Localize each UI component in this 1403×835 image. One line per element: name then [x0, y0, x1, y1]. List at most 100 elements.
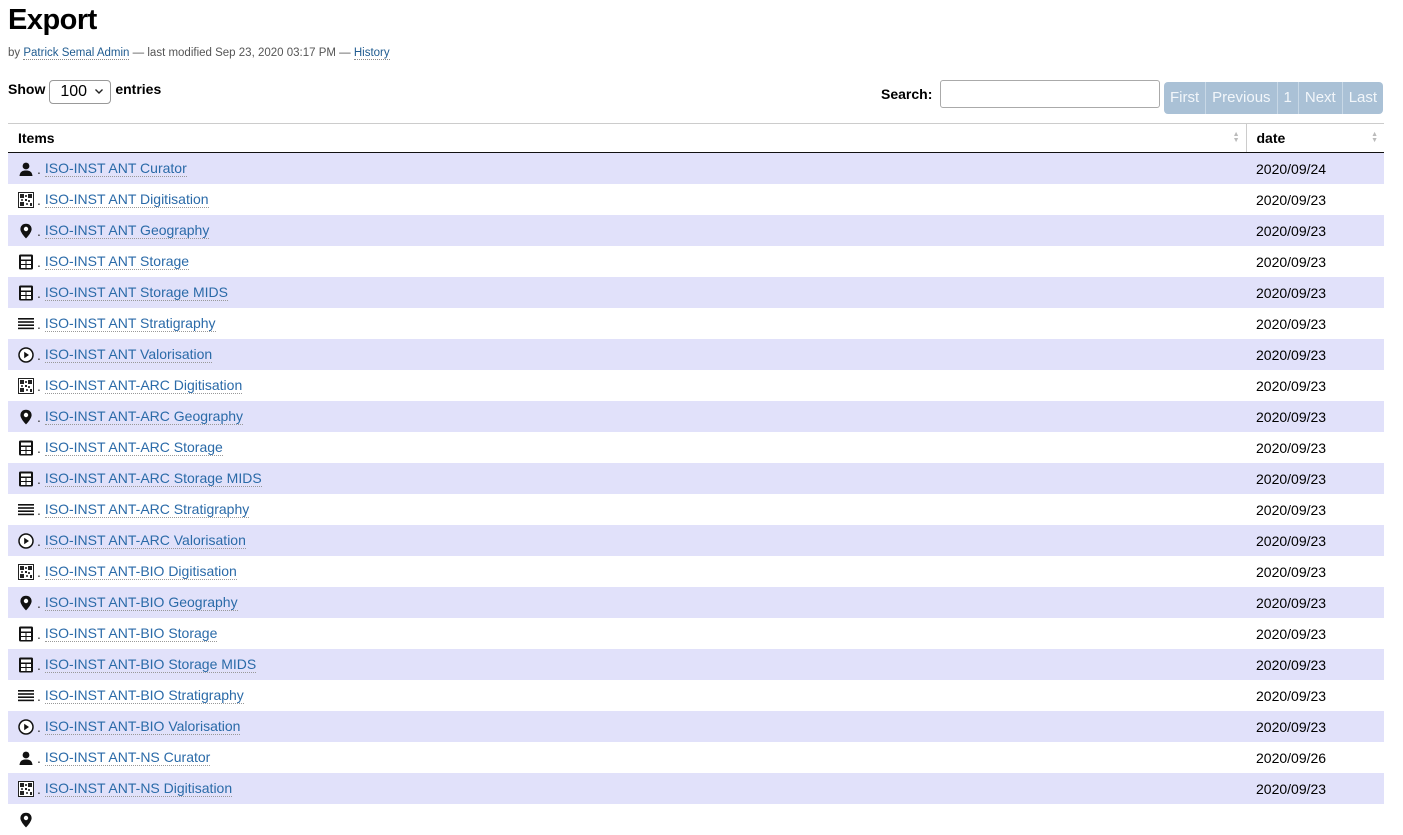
date-cell: 2020/09/23: [1246, 308, 1384, 339]
table-row: .ISO-INST ANT-BIO Digitisation2020/09/23: [8, 556, 1384, 587]
document-byline: by Patrick Semal Admin — last modified S…: [8, 47, 390, 59]
item-link[interactable]: ISO-INST ANT Storage: [45, 253, 189, 270]
column-header-date[interactable]: date ▲▼: [1246, 124, 1384, 153]
column-header-items[interactable]: Items ▲▼: [8, 124, 1246, 153]
author-link[interactable]: Patrick Semal Admin: [23, 47, 129, 60]
table-row: .ISO-INST ANT-BIO Geography2020/09/23: [8, 587, 1384, 618]
date-cell: 2020/09/23: [1246, 370, 1384, 401]
storage-cabinet-icon: [18, 471, 34, 487]
item-separator: .: [37, 440, 41, 456]
table-row: .ISO-INST ANT-ARC Geography2020/09/23: [8, 401, 1384, 432]
pager-last-button[interactable]: Last: [1342, 82, 1383, 114]
item-link[interactable]: ISO-INST ANT-ARC Stratigraphy: [45, 501, 249, 518]
date-cell: 2020/09/23: [1246, 339, 1384, 370]
storage-cabinet-icon: [18, 285, 34, 301]
date-cell: 2020/09/23: [1246, 649, 1384, 680]
table-row: .ISO-INST ANT Valorisation2020/09/23: [8, 339, 1384, 370]
item-separator: .: [37, 626, 41, 642]
item-link[interactable]: ISO-INST ANT-BIO Geography: [45, 594, 238, 611]
entries-select[interactable]: 100: [49, 80, 111, 104]
item-separator: .: [37, 378, 41, 394]
map-pin-icon: [18, 812, 34, 828]
item-link[interactable]: ISO-INST ANT Digitisation: [45, 191, 209, 208]
item-separator: .: [37, 285, 41, 301]
item-link[interactable]: ISO-INST ANT-ARC Storage: [45, 439, 223, 456]
item-link[interactable]: ISO-INST ANT Geography: [45, 222, 209, 239]
item-cell: .ISO-INST ANT Geography: [8, 215, 1246, 246]
date-cell: 2020/09/23: [1246, 773, 1384, 804]
item-cell: .ISO-INST ANT-ARC Storage MIDS: [8, 463, 1246, 494]
map-pin-icon: [18, 595, 34, 611]
item-separator: .: [37, 688, 41, 704]
item-cell: .ISO-INST ANT-ARC Digitisation: [8, 370, 1246, 401]
item-link[interactable]: ISO-INST ANT-BIO Stratigraphy: [45, 687, 244, 704]
item-link[interactable]: ISO-INST ANT-ARC Storage MIDS: [45, 470, 262, 487]
date-cell: 2020/09/23: [1246, 277, 1384, 308]
date-cell: 2020/09/23: [1246, 494, 1384, 525]
pager-next-button[interactable]: Next: [1298, 82, 1342, 114]
date-cell: 2020/09/23: [1246, 711, 1384, 742]
date-cell: 2020/09/23: [1246, 246, 1384, 277]
history-link[interactable]: History: [354, 47, 390, 60]
item-separator: .: [37, 409, 41, 425]
item-link[interactable]: ISO-INST ANT Storage MIDS: [45, 284, 228, 301]
stratigraphy-layers-icon: [18, 502, 34, 518]
item-link[interactable]: ISO-INST ANT-NS Digitisation: [45, 780, 232, 797]
search-filter: Search:: [881, 80, 1160, 108]
item-link[interactable]: ISO-INST ANT-ARC Digitisation: [45, 377, 242, 394]
item-cell: .ISO-INST ANT Digitisation: [8, 184, 1246, 215]
column-header-items-label: Items: [18, 130, 55, 146]
table-row: .ISO-INST ANT-ARC Digitisation2020/09/23: [8, 370, 1384, 401]
item-link[interactable]: ISO-INST ANT-ARC Valorisation: [45, 532, 246, 549]
item-cell: .ISO-INST ANT Curator: [8, 153, 1246, 184]
table-row: .ISO-INST ANT Storage MIDS 2020/09/23: [8, 277, 1384, 308]
chevron-down-icon: [94, 83, 104, 101]
search-input[interactable]: [940, 80, 1160, 108]
byline-prefix: by: [8, 47, 20, 59]
play-circle-icon: [18, 533, 34, 549]
item-separator: .: [37, 502, 41, 518]
play-circle-icon: [18, 719, 34, 735]
item-separator: .: [37, 595, 41, 611]
table-row: .ISO-INST ANT Geography2020/09/23: [8, 215, 1384, 246]
qr-code-icon: [18, 378, 34, 394]
item-link[interactable]: ISO-INST ANT-BIO Storage MIDS: [45, 656, 256, 673]
export-table: Items ▲▼ date ▲▼ .ISO-INST ANT Curator20…: [8, 123, 1384, 835]
item-link[interactable]: ISO-INST ANT Stratigraphy: [45, 315, 216, 332]
item-cell: .ISO-INST ANT-BIO Valorisation: [8, 711, 1246, 742]
column-header-date-label: date: [1257, 130, 1286, 146]
storage-cabinet-icon: [18, 657, 34, 673]
item-separator: .: [37, 564, 41, 580]
item-link[interactable]: ISO-INST ANT-BIO Digitisation: [45, 563, 237, 580]
item-link[interactable]: ISO-INST ANT Valorisation: [45, 346, 212, 363]
item-link[interactable]: ISO-INST ANT-BIO Valorisation: [45, 718, 241, 735]
item-cell: .ISO-INST ANT Valorisation: [8, 339, 1246, 370]
date-cell: 2020/09/23: [1246, 556, 1384, 587]
item-link[interactable]: ISO-INST ANT-BIO Storage: [45, 625, 217, 642]
table-row: .ISO-INST ANT-BIO Storage MIDS2020/09/23: [8, 649, 1384, 680]
table-body: .ISO-INST ANT Curator2020/09/24.ISO-INST…: [8, 153, 1384, 835]
item-link[interactable]: ISO-INST ANT-ARC Geography: [45, 408, 243, 425]
item-cell: .ISO-INST ANT-BIO Digitisation: [8, 556, 1246, 587]
pager-first-button[interactable]: First: [1164, 82, 1205, 114]
item-link[interactable]: ISO-INST ANT Curator: [45, 160, 187, 177]
item-separator: .: [37, 781, 41, 797]
item-cell: .ISO-INST ANT Storage: [8, 246, 1246, 277]
table-row: .ISO-INST ANT-ARC Valorisation2020/09/23: [8, 525, 1384, 556]
pager-previous-button[interactable]: Previous: [1205, 82, 1276, 114]
date-cell: 2020/09/23: [1246, 463, 1384, 494]
pager-page-1-button[interactable]: 1: [1277, 82, 1298, 114]
item-separator: .: [37, 471, 41, 487]
page-title: Export: [8, 4, 97, 37]
item-separator: .: [37, 254, 41, 270]
entries-length-control: Show 100 entries: [8, 80, 161, 104]
table-row: .ISO-INST ANT-ARC Stratigraphy 2020/09/23: [8, 494, 1384, 525]
item-separator: .: [37, 533, 41, 549]
qr-code-icon: [18, 564, 34, 580]
item-link[interactable]: ISO-INST ANT-NS Curator: [45, 749, 210, 766]
table-row: .ISO-INST ANT-BIO Storage2020/09/23: [8, 618, 1384, 649]
storage-cabinet-icon: [18, 626, 34, 642]
table-row: .ISO-INST ANT-BIO Valorisation2020/09/23: [8, 711, 1384, 742]
item-cell: .ISO-INST ANT-NS Digitisation: [8, 773, 1246, 804]
storage-cabinet-icon: [18, 440, 34, 456]
